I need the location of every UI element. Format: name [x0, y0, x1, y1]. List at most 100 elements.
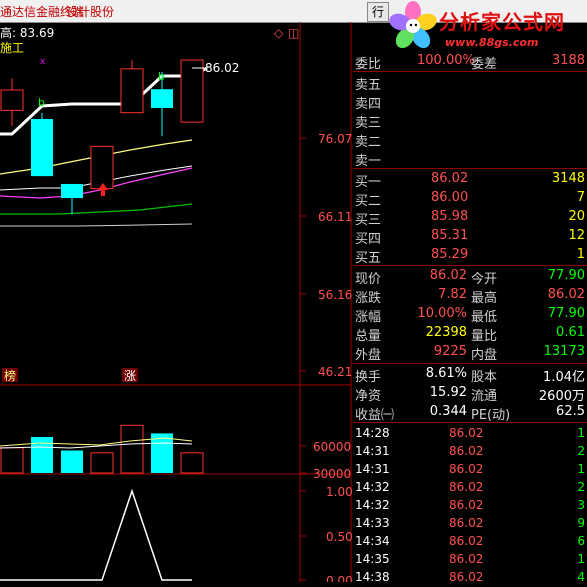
price-axis: 76.07 66.11 56.16 46.21 — [300, 132, 352, 379]
fundamental-row: 收益㈠ 0.344 PE(动) 62.5 — [353, 403, 587, 423]
bid-row: 买二 86.00 7 — [353, 189, 587, 209]
stat-value: 7.82 — [438, 287, 467, 302]
volume-axis: 60000 30000 — [300, 440, 351, 481]
ask-row: 卖三 — [353, 111, 587, 131]
kline-chart[interactable]: 76.07 66.11 56.16 46.21 高: 83.69 施工 ◇ ◫ … — [0, 0, 353, 582]
buy-signal-icon: b — [38, 96, 45, 109]
tick-row: 14:33 86.02 9 — [353, 515, 587, 533]
candle-body — [31, 118, 53, 177]
tick-time: 14:32 — [355, 480, 390, 494]
bid-price: 85.31 — [431, 228, 469, 243]
ask-label: 卖五 — [355, 78, 382, 93]
star-marker-icon: x — [40, 57, 46, 67]
tick-volume: 2 — [577, 480, 585, 494]
tick-price: 86.02 — [449, 480, 484, 494]
fund-label: 净资 — [355, 389, 382, 404]
tick-volume: 3 — [577, 498, 585, 512]
tick-row: 14:32 86.02 3 — [353, 497, 587, 515]
candle-body — [151, 89, 173, 109]
price-tick: 56.16 — [318, 288, 352, 302]
bid-price: 86.02 — [431, 171, 469, 186]
candle-body — [0, 89, 24, 111]
bid-label: 买三 — [355, 213, 382, 228]
volume-tick: 60000 — [313, 440, 351, 454]
stat-row: 涨跌 7.82 最高 86.02 — [353, 286, 587, 306]
price-tick: 76.07 — [318, 132, 352, 146]
bid-label: 买二 — [355, 194, 382, 209]
fund-value: 0.344 — [429, 404, 467, 419]
ask-label: 卖二 — [355, 135, 382, 150]
tick-row: 14:32 86.02 2 — [353, 479, 587, 497]
stat-value: 9225 — [433, 344, 467, 359]
bid-volume: 3148 — [551, 171, 585, 186]
stat-row: 现价 86.02 今开 77.90 — [353, 267, 587, 287]
marker-left: 榜 — [4, 368, 16, 383]
fund-label: 换手 — [355, 370, 382, 385]
tick-volume: 2 — [577, 444, 585, 458]
stat-value: 86.02 — [547, 287, 585, 302]
stat-label: 涨跌 — [355, 291, 382, 306]
fund-label: PE(动) — [471, 408, 511, 423]
tick-row: 14:38 86.02 4 — [353, 569, 587, 587]
high-label: 高: 83.69 — [0, 25, 54, 40]
stat-value: 13173 — [543, 344, 585, 359]
tick-row: 14:34 86.02 6 — [353, 533, 587, 551]
stat-label: 外盘 — [355, 348, 382, 363]
logo-text: 分析家公式网 — [439, 10, 565, 34]
logo-url: www.88gs.com — [445, 36, 539, 49]
bid-label: 买四 — [355, 232, 382, 247]
marker-right: 涨 — [124, 368, 136, 383]
volume-bars — [0, 424, 204, 474]
window-toggle-icon[interactable]: ◫ — [288, 26, 299, 40]
volume-bar — [31, 437, 53, 473]
bid-label: 买五 — [355, 251, 382, 266]
stat-label: 总量 — [355, 329, 382, 344]
tick-volume: 1 — [577, 462, 585, 476]
ask-row: 卖五 — [353, 73, 587, 93]
tick-price: 86.02 — [449, 444, 484, 458]
osc-tick: 0.50 — [326, 530, 353, 544]
bid-price: 85.29 — [431, 247, 469, 262]
tick-price: 86.02 — [449, 552, 484, 566]
tick-volume: 1 — [577, 552, 585, 566]
ask-row: 卖四 — [353, 92, 587, 112]
candle-body — [61, 183, 83, 199]
volume-bar — [0, 447, 24, 474]
osc-tick: 1.00 — [326, 485, 353, 499]
tick-row: 14:31 86.02 1 — [353, 461, 587, 479]
fund-label: 流通 — [471, 389, 498, 404]
weicha-label: 委差 — [471, 57, 498, 72]
stat-row: 外盘 9225 内盘 13173 — [353, 343, 587, 363]
price-tick: 46.21 — [318, 365, 352, 379]
tick-row: 14:28 86.02 1 — [353, 425, 587, 443]
ask-row: 卖二 — [353, 130, 587, 150]
flower-logo-icon — [389, 1, 437, 49]
bid-row: 买四 85.31 12 — [353, 227, 587, 247]
fund-value: 2600万 — [538, 389, 585, 404]
bid-row: 买一 86.02 3148 — [353, 170, 587, 190]
tick-price: 86.02 — [449, 498, 484, 512]
tick-volume: 1 — [577, 426, 585, 440]
bid-label: 买一 — [355, 175, 382, 190]
tick-volume: 9 — [577, 516, 585, 530]
weicha-value: 3188 — [551, 53, 585, 68]
weibi-row: 委比 100.00% 委差 3188 — [353, 52, 587, 72]
weibi-value: 100.00% — [417, 53, 475, 68]
stat-value: 77.90 — [547, 306, 585, 321]
bid-price: 86.00 — [431, 190, 469, 205]
fund-value: 8.61% — [425, 366, 467, 381]
volume-bar — [90, 452, 114, 474]
site-logo: 分析家公式网 www.88gs.com — [385, 0, 587, 52]
fund-value: 15.92 — [429, 385, 467, 400]
diamond-toggle-icon[interactable]: ◇ — [274, 26, 284, 40]
tick-time: 14:31 — [355, 462, 390, 476]
volume-bar — [120, 424, 144, 474]
stat-row: 涨幅 10.00% 最低 77.90 — [353, 305, 587, 325]
candle-body — [180, 59, 204, 123]
ask-row: 卖一 — [353, 149, 587, 169]
oscillator-axis: 1.00 0.50 0.00 — [300, 485, 353, 582]
ma-gray-line — [0, 223, 193, 227]
oscillator-line — [0, 488, 192, 581]
bid-volume: 1 — [576, 247, 585, 262]
tick-time: 14:34 — [355, 534, 390, 548]
